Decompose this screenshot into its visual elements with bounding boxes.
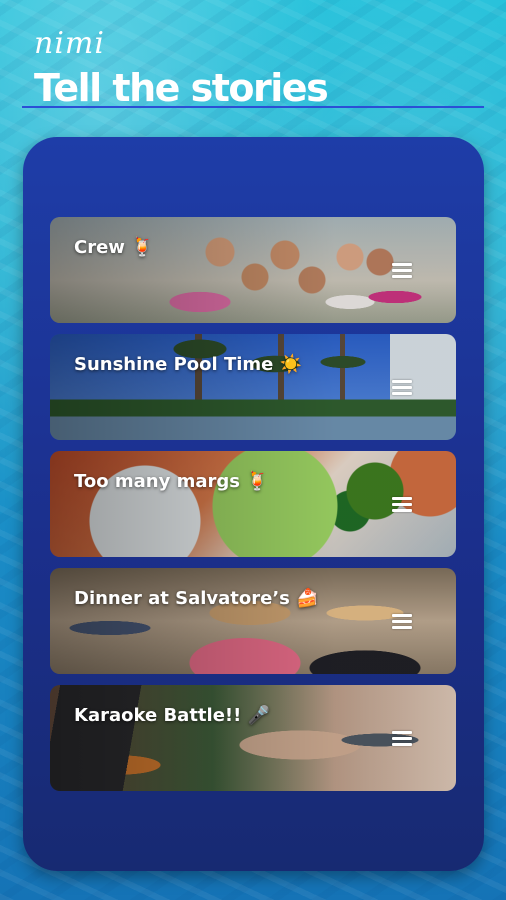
hamburger-menu-icon[interactable] <box>392 614 412 630</box>
story-title: Crew 🍹 <box>74 237 154 258</box>
hamburger-menu-icon[interactable] <box>392 497 412 513</box>
story-card-margs[interactable]: Too many margs 🍹 <box>50 451 456 557</box>
story-card-pool[interactable]: Sunshine Pool Time ☀️ <box>50 334 456 440</box>
story-title: Dinner at Salvatore’s 🍰 <box>74 588 319 609</box>
story-title: Sunshine Pool Time ☀️ <box>74 354 303 375</box>
app-logo: nimi <box>34 26 105 61</box>
hamburger-menu-icon[interactable] <box>392 731 412 747</box>
page-headline: Tell the stories <box>34 66 329 110</box>
headline-divider <box>22 106 484 108</box>
hamburger-menu-icon[interactable] <box>392 263 412 279</box>
story-card-dinner[interactable]: Dinner at Salvatore’s 🍰 <box>50 568 456 674</box>
hamburger-menu-icon[interactable] <box>392 380 412 396</box>
story-title: Karaoke Battle!! 🎤 <box>74 705 270 726</box>
story-title: Too many margs 🍹 <box>74 471 269 492</box>
story-card-karaoke[interactable]: Karaoke Battle!! 🎤 <box>50 685 456 791</box>
story-card-crew[interactable]: Crew 🍹 <box>50 217 456 323</box>
